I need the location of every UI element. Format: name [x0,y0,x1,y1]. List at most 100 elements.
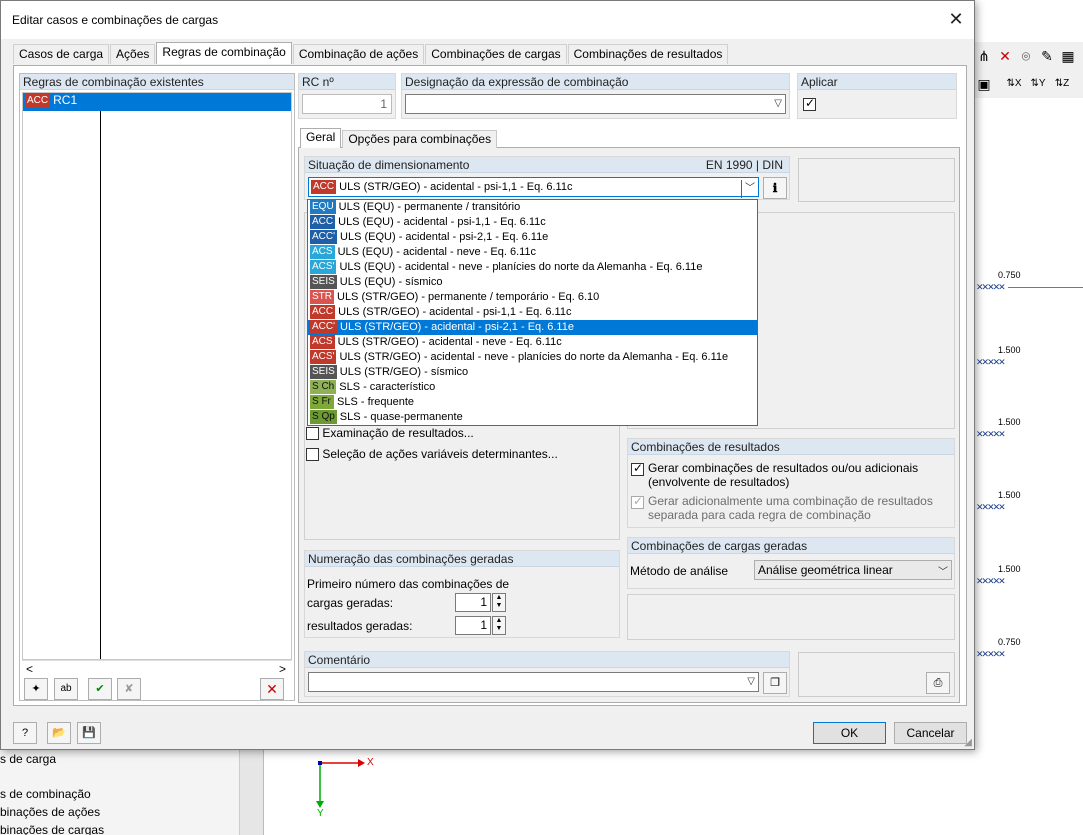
edit-icon[interactable]: ✎ [1038,47,1056,65]
dropdown-option[interactable]: S Ch SLS - característico [308,380,757,395]
dropdown-option[interactable]: ACC ULS (EQU) - acidental - psi-1,1 - Eq.… [308,215,757,230]
designation-combo[interactable]: ▽ [405,94,786,114]
loads-start-spinner[interactable]: 1 ▲ ▼ [455,593,507,612]
main-tabs: Casos de carga Ações Regras de combinaçã… [13,42,729,65]
tab-combination-rules[interactable]: Regras de combinação [156,42,292,64]
axis-x-icon[interactable]: ⇅X [1005,75,1023,93]
help-button[interactable]: ? [13,722,37,744]
view-icon[interactable]: ▣ [975,75,993,93]
cancel-button[interactable]: Cancelar [894,722,967,744]
standard-label: EN 1990 | DIN [705,158,783,172]
option-label: ULS (STR/GEO) - acidental - psi-1,1 - Eq… [338,306,572,318]
dropdown-option[interactable]: STR ULS (STR/GEO) - permanente / temporár… [308,290,757,305]
comment-library-button[interactable]: ❐ [763,672,787,694]
chevron-down-icon[interactable]: ▽ [747,676,755,687]
scroll-left-icon[interactable]: < [26,662,33,676]
examination-checkbox[interactable] [306,427,319,441]
info-button[interactable]: ℹ [763,177,787,199]
variable-actions-checkbox[interactable] [306,448,319,462]
chevron-down-icon[interactable]: ▽ [774,98,782,109]
chevron-down-icon[interactable]: ﹀ [938,564,948,582]
tab-result-combinations[interactable]: Combinações de resultados [567,44,729,64]
support-icon[interactable]: ⌾ [1017,47,1035,65]
uncheck-rule-button[interactable]: ✘ [117,678,141,700]
axis-y-icon[interactable]: ⇅Y [1029,75,1047,93]
dropdown-option[interactable]: ACS' ULS (EQU) - acidental - neve - planí… [308,260,757,275]
dropdown-option[interactable]: SEIS ULS (EQU) - sísmico [308,275,757,290]
dropdown-option[interactable]: ACS ULS (STR/GEO) - acidental - neve - Eq… [308,335,757,350]
tab-action-combination[interactable]: Combinação de ações [292,44,425,64]
navigator-item[interactable]: binações de cargas [0,823,104,835]
situation-badge: ACC' [310,320,338,335]
dropdown-option[interactable]: SEIS ULS (STR/GEO) - sísmico [308,365,757,380]
y-axis-label: Y [317,808,324,819]
close-icon[interactable]: ✕ [946,9,966,29]
chevron-down-icon[interactable]: ﹀ [741,180,755,198]
delete-rule-button[interactable]: ✕ [260,678,284,700]
ok-button[interactable]: OK [813,722,886,744]
extra-results-checkbox[interactable] [631,494,644,509]
spinner-arrows-icon[interactable]: ▲ ▼ [492,593,506,612]
tab-combination-options[interactable]: Opções para combinações [342,130,498,148]
dropdown-option[interactable]: ACC ULS (STR/GEO) - acidental - psi-1,1 -… [308,305,757,320]
print-button[interactable]: ⎙ [926,672,950,694]
scroll-right-icon[interactable]: > [279,662,286,676]
comment-combo[interactable]: ▽ [308,672,759,692]
new-rule-button[interactable]: ✦ [24,678,48,700]
dropdown-option[interactable]: S Qp SLS - quase-permanente [308,410,757,425]
design-situation-combo[interactable]: ACC ULS (STR/GEO) - acidental - psi-1,1 -… [308,177,759,198]
rules-list[interactable]: ACC RC1 [22,92,292,660]
grid-icon[interactable]: ▦ [1059,47,1077,65]
support-symbol: ✕✕✕✕✕ [976,649,1006,659]
rc-number-field[interactable]: 1 [302,94,392,114]
dropdown-option[interactable]: EQU ULS (EQU) - permanente / transitório [308,200,757,215]
extra-results-label: Gerar adicionalmente uma combinação de r… [648,494,933,522]
comment-side-area: ⎙ [798,652,955,697]
support-symbol: ✕✕✕✕✕ [976,576,1006,586]
spinner-arrows-icon[interactable]: ▲ ▼ [492,616,506,635]
dialog-titlebar[interactable]: Editar casos e combinações de cargas ✕ [1,1,974,39]
axis-z-icon[interactable]: ⇅Z [1053,75,1071,93]
support-symbol: ✕✕✕✕✕ [976,429,1006,439]
load-value-label: 0.750 [998,270,1021,280]
dropdown-option[interactable]: ACC' ULS (EQU) - acidental - psi-2,1 - Eq… [308,230,757,245]
tab-load-combinations[interactable]: Combinações de cargas [425,44,567,64]
navigator-item[interactable]: s de carga [0,752,56,766]
delete-x-icon[interactable]: ✕ [996,47,1014,65]
save-button[interactable]: 💾 [77,722,101,744]
navigator-item[interactable]: binações de ações [0,805,100,819]
variable-actions-label: Seleção de ações variáveis determinantes… [322,447,558,461]
option-label: ULS (STR/GEO) - acidental - neve - planí… [339,351,729,363]
open-button[interactable]: 📂 [47,722,71,744]
navigator-item[interactable]: s de combinação [0,787,91,801]
generate-results-checkbox[interactable] [631,461,644,476]
results-start-value[interactable]: 1 [455,616,491,635]
designation-group: Designação da expressão de combinação ▽ [401,73,790,119]
dropdown-option-highlighted[interactable]: ACC' ULS (STR/GEO) - acidental - psi-2,1 … [308,320,757,335]
dropdown-option[interactable]: S Fr SLS - frequente [308,395,757,410]
dropdown-option[interactable]: ACS ULS (EQU) - acidental - neve - Eq. 6.… [308,245,757,260]
results-generated-label: resultados geradas: [307,619,413,633]
results-start-spinner[interactable]: 1 ▲ ▼ [455,616,507,635]
list-item[interactable]: ACC RC1 [23,93,291,111]
situation-badge: ACC [310,305,336,320]
resize-grip-icon[interactable]: ◢ [964,737,972,748]
tab-general[interactable]: Geral [300,128,342,148]
analysis-method-combo[interactable]: Análise geométrica linear ﹀ [754,560,952,580]
situation-badge: ACS [310,335,335,350]
loads-start-value[interactable]: 1 [455,593,491,612]
dialog-title: Editar casos e combinações de cargas [12,13,219,27]
horizontal-scrollbar[interactable]: < > [22,660,292,676]
variable-actions-option[interactable]: Seleção de ações variáveis determinantes… [306,447,558,462]
member-icon[interactable]: ⋔ [975,47,993,65]
check-rule-button[interactable]: ✔ [88,678,112,700]
examination-option[interactable]: Examinação de resultados... [306,426,474,441]
option-label: ULS (STR/GEO) - acidental - neve - Eq. 6… [337,336,562,348]
design-situation-dropdown[interactable]: EQU ULS (EQU) - permanente / transitório … [307,199,758,426]
apply-checkbox[interactable] [803,96,816,111]
tab-load-cases[interactable]: Casos de carga [13,44,110,64]
rename-rule-button[interactable]: ab [54,678,78,700]
rc-number-group: RC nº 1 [298,73,396,119]
dropdown-option[interactable]: ACS' ULS (STR/GEO) - acidental - neve - p… [308,350,757,365]
tab-actions[interactable]: Ações [110,44,156,64]
